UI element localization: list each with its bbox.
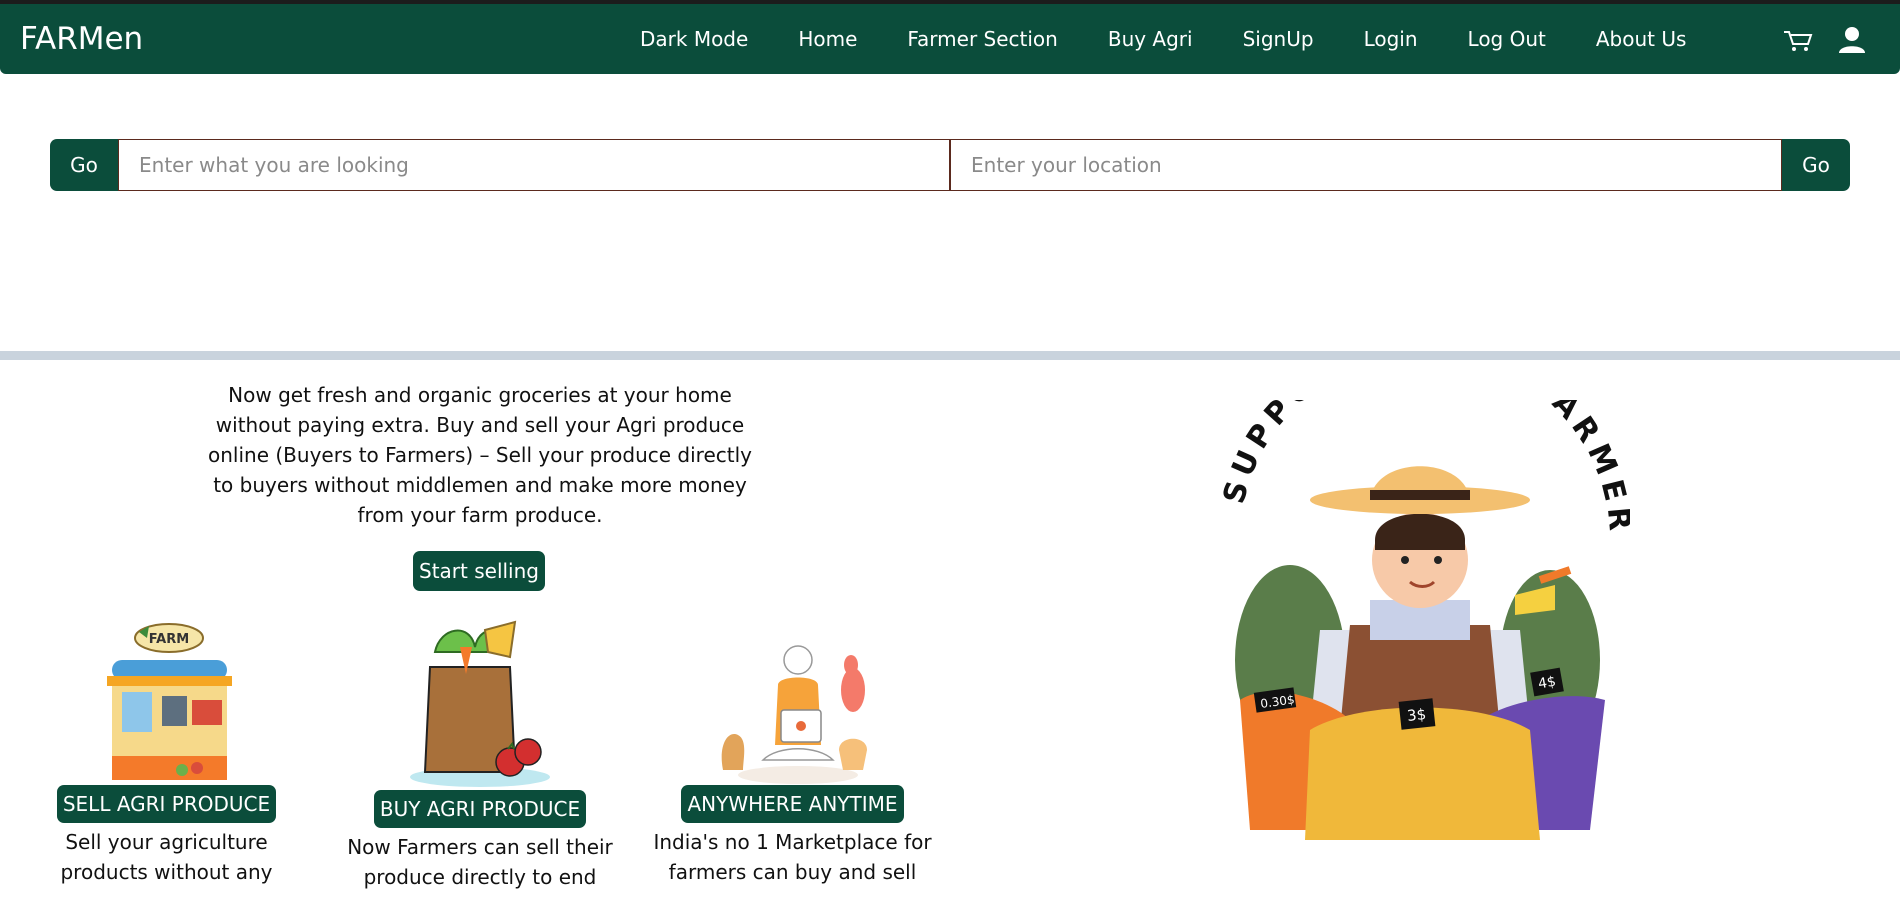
nav-link-buy-agri[interactable]: Buy Agri <box>1108 27 1193 51</box>
feature-anywhere: ANYWHERE ANYTIME India's no 1 Marketplac… <box>645 635 940 887</box>
nav-link-farmer-section[interactable]: Farmer Section <box>907 27 1057 51</box>
nav-link-login[interactable]: Login <box>1364 27 1418 51</box>
search-bar: Go Go <box>50 139 1850 191</box>
go-button-left[interactable]: Go <box>50 139 118 191</box>
feature-title-anywhere: ANYWHERE ANYTIME <box>681 785 904 823</box>
go-button-right[interactable]: Go <box>1782 139 1850 191</box>
feature-text-sell: Sell your agriculture products without a… <box>60 830 273 884</box>
farm-sign-label: FARM <box>148 632 188 647</box>
start-selling-button[interactable]: Start selling <box>413 551 545 591</box>
feature-title-buy: BUY AGRI PRODUCE <box>373 790 587 828</box>
search-input[interactable] <box>118 139 950 191</box>
feature-title-sell: SELL AGRI PRODUCE <box>56 785 277 823</box>
location-input[interactable] <box>950 139 1782 191</box>
farm-stall-illustration: FARM <box>106 623 232 780</box>
intro-text: Now get fresh and organic groceries at y… <box>208 383 752 527</box>
cart-icon[interactable] <box>1782 26 1814 54</box>
nav-link-dark-mode[interactable]: Dark Mode <box>640 27 748 51</box>
price-tag-label-2: 3$ <box>1406 705 1427 725</box>
nav-link-home[interactable]: Home <box>798 27 857 51</box>
grocery-bag-illustration <box>410 620 550 787</box>
support-local-farmers-illustration: SUPPORT LOCAL FARMERS 0.30$ 3$ 4$ <box>1210 400 1630 840</box>
nav-link-logout[interactable]: Log Out <box>1468 27 1546 51</box>
nav-link-about-us[interactable]: About Us <box>1596 27 1687 51</box>
navbar: FARMen Dark Mode Home Farmer Section Buy… <box>0 4 1900 74</box>
person-laptop-illustration <box>721 645 867 784</box>
user-icon[interactable] <box>1836 26 1868 54</box>
section-divider <box>0 351 1900 360</box>
feature-sell: FARM SELL AGRI PRODUCE Sell your agricul… <box>40 620 293 887</box>
brand-logo[interactable]: FARMen <box>20 21 143 57</box>
nav-link-signup[interactable]: SignUp <box>1243 27 1314 51</box>
nav-icons <box>1782 26 1890 54</box>
feature-text-anywhere: India's no 1 Marketplace for farmers can… <box>653 830 932 884</box>
feature-text-buy: Now Farmers can sell their produce direc… <box>347 835 613 889</box>
nav-links: Dark Mode Home Farmer Section Buy Agri S… <box>640 4 1736 74</box>
price-tag-label-3: 4$ <box>1537 674 1557 693</box>
feature-buy: BUY AGRI PRODUCE Now Farmers can sell th… <box>345 612 615 892</box>
